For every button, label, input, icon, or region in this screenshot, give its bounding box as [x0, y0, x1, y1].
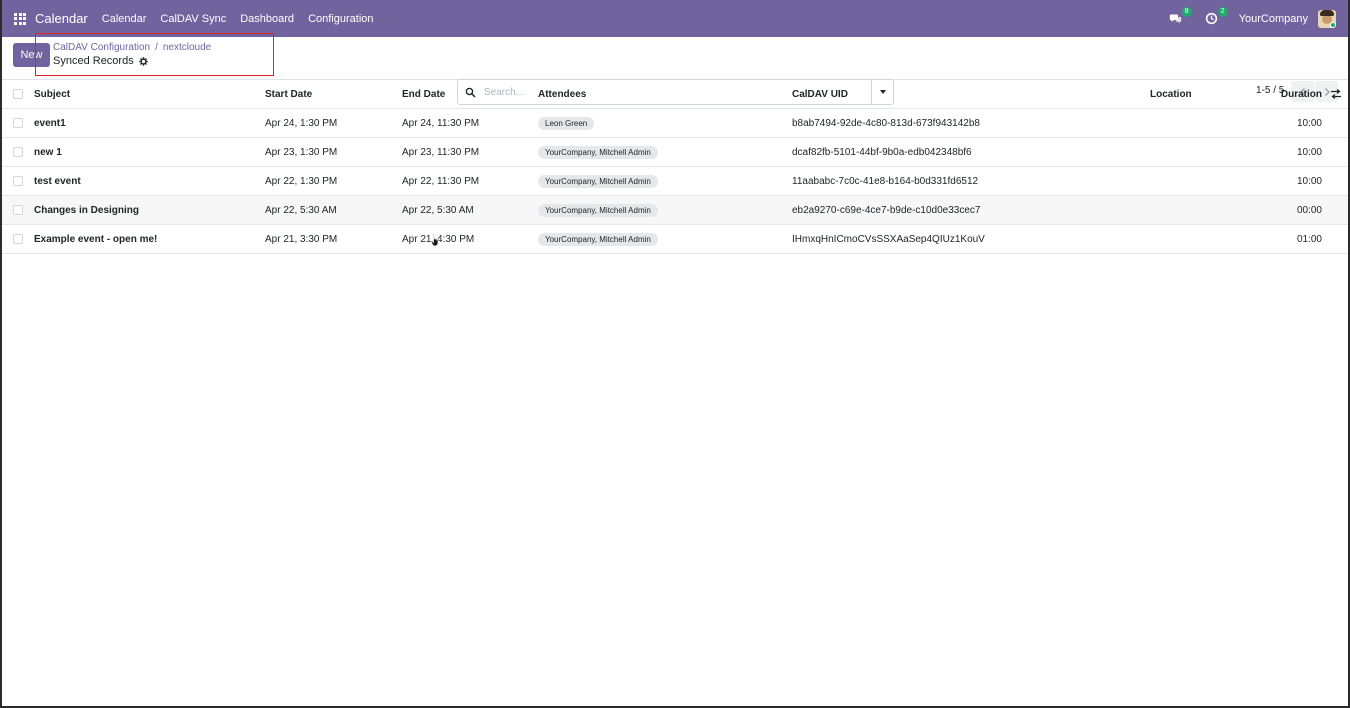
- optional-columns-icon[interactable]: [1330, 88, 1342, 100]
- navbar-systray: 8 2 YourCompany: [1167, 0, 1348, 37]
- cell-subject: Example event - open me!: [34, 234, 158, 245]
- table-row[interactable]: test event Apr 22, 1:30 PM Apr 22, 11:30…: [2, 167, 1348, 196]
- menu-configuration[interactable]: Configuration: [308, 13, 373, 25]
- column-header-caldav-uid[interactable]: CalDAV UID: [792, 80, 848, 109]
- cell-attendees: Leon Green: [538, 109, 595, 138]
- cell-subject: new 1: [34, 147, 62, 158]
- cell-subject: test event: [34, 176, 81, 187]
- attendee-tag: YourCompany, Mitchell Admin: [538, 204, 658, 217]
- table-header-row: Subject Start Date End Date Attendees Ca…: [2, 80, 1348, 109]
- menu-calendar[interactable]: Calendar: [102, 13, 147, 25]
- cell-attendees: YourCompany, Mitchell Admin: [538, 225, 658, 254]
- cell-caldav-uid: eb2a9270-c69e-4ce7-b9de-c10d0e33cec7: [792, 205, 981, 216]
- cell-start-date: Apr 22, 5:30 AM: [265, 205, 337, 216]
- cell-end-date: Apr 22, 11:30 PM: [402, 176, 480, 187]
- attendee-tag: YourCompany, Mitchell Admin: [538, 233, 658, 246]
- cell-start-date: Apr 24, 1:30 PM: [265, 118, 338, 129]
- cell-duration: 10:00: [1296, 176, 1322, 187]
- menu-caldav-sync[interactable]: CalDAV Sync: [160, 13, 226, 25]
- cell-start-date: Apr 21, 3:30 PM: [265, 234, 338, 245]
- attendee-tag: Leon Green: [538, 117, 595, 130]
- cell-end-date: Apr 23, 11:30 PM: [402, 147, 480, 158]
- row-checkbox[interactable]: [13, 234, 23, 244]
- row-checkbox[interactable]: [13, 147, 23, 157]
- cell-end-date: Apr 24, 11:30 PM: [402, 118, 480, 129]
- messages-count-badge: 8: [1181, 6, 1192, 17]
- records-table: Subject Start Date End Date Attendees Ca…: [2, 80, 1348, 254]
- online-status-icon: [1330, 21, 1336, 28]
- cell-subject: event1: [34, 118, 66, 129]
- cell-attendees: YourCompany, Mitchell Admin: [538, 138, 658, 167]
- cell-caldav-uid: b8ab7494-92de-4c80-813d-673f943142b8: [792, 118, 980, 129]
- cell-duration: 10:00: [1296, 118, 1322, 129]
- attendee-tag: YourCompany, Mitchell Admin: [538, 175, 658, 188]
- column-header-start-date[interactable]: Start Date: [265, 80, 312, 109]
- cell-subject: Changes in Designing: [34, 205, 140, 216]
- table-row[interactable]: new 1 Apr 23, 1:30 PM Apr 23, 11:30 PM Y…: [2, 138, 1348, 167]
- highlight-annotation: [35, 33, 274, 76]
- attendee-tag: YourCompany, Mitchell Admin: [538, 146, 658, 159]
- cell-start-date: Apr 23, 1:30 PM: [265, 147, 338, 158]
- cell-caldav-uid: 11aababc-7c0c-41e8-b164-b0d331fd6512: [792, 176, 979, 187]
- row-checkbox[interactable]: [13, 118, 23, 128]
- column-header-subject[interactable]: Subject: [34, 80, 70, 109]
- top-navbar: Calendar Calendar CalDAV Sync Dashboard …: [2, 0, 1348, 37]
- column-header-duration[interactable]: Duration: [1281, 80, 1322, 109]
- cell-attendees: YourCompany, Mitchell Admin: [538, 196, 658, 225]
- activities-count-badge: 2: [1217, 6, 1228, 17]
- table-row[interactable]: event1 Apr 24, 1:30 PM Apr 24, 11:30 PM …: [2, 109, 1348, 138]
- chat-bubbles-icon: [1170, 14, 1182, 24]
- app-brand[interactable]: Calendar: [35, 11, 88, 26]
- clock-icon: [1206, 12, 1218, 25]
- column-header-end-date[interactable]: End Date: [402, 80, 445, 109]
- cell-duration: 01:00: [1296, 234, 1322, 245]
- cell-caldav-uid: dcaf82fb-5101-44bf-9b0a-edb042348bf6: [792, 147, 972, 158]
- cell-duration: 10:00: [1296, 147, 1322, 158]
- user-avatar[interactable]: [1318, 9, 1336, 28]
- hand-cursor-icon: [430, 233, 439, 247]
- cell-duration: 00:00: [1296, 205, 1322, 216]
- cell-start-date: Apr 22, 1:30 PM: [265, 176, 338, 187]
- company-switcher[interactable]: YourCompany: [1239, 13, 1308, 25]
- cell-end-date: Apr 22, 5:30 AM: [402, 205, 474, 216]
- column-header-attendees[interactable]: Attendees: [538, 80, 586, 109]
- activities-button[interactable]: 2: [1203, 6, 1228, 28]
- menu-dashboard[interactable]: Dashboard: [240, 13, 294, 25]
- row-checkbox[interactable]: [13, 176, 23, 186]
- table-row[interactable]: Example event - open me! Apr 21, 3:30 PM…: [2, 225, 1348, 254]
- cell-attendees: YourCompany, Mitchell Admin: [538, 167, 658, 196]
- app-frame: Calendar Calendar CalDAV Sync Dashboard …: [0, 0, 1350, 708]
- row-checkbox[interactable]: [13, 205, 23, 215]
- messages-button[interactable]: 8: [1167, 6, 1192, 28]
- table-row[interactable]: Changes in Designing Apr 22, 5:30 AM Apr…: [2, 196, 1348, 225]
- apps-menu-icon[interactable]: [14, 12, 26, 25]
- cell-caldav-uid: IHmxqHnICmoCVsSSXAaSep4QIUz1KouV: [792, 234, 985, 245]
- column-header-location[interactable]: Location: [1150, 80, 1192, 109]
- select-all-checkbox[interactable]: [13, 89, 23, 99]
